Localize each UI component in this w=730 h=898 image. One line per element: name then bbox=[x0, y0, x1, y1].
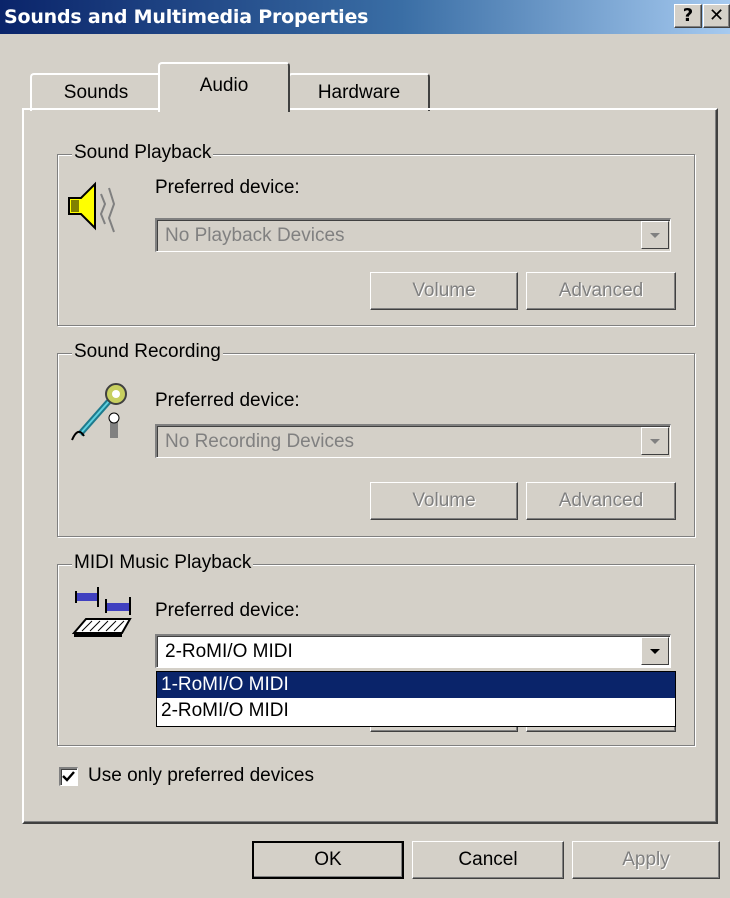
playback-advanced-button[interactable]: Advanced bbox=[526, 272, 676, 310]
close-icon: ✕ bbox=[708, 5, 725, 26]
chevron-down-icon[interactable] bbox=[641, 637, 669, 665]
recording-advanced-label: Advanced bbox=[558, 490, 644, 511]
help-button[interactable]: ? bbox=[674, 4, 702, 28]
title-bar[interactable]: Sounds and Multimedia Properties ? ✕ bbox=[0, 0, 730, 34]
playback-advanced-label: Advanced bbox=[558, 280, 644, 301]
use-preferred-label[interactable]: Use only preferred devices bbox=[88, 765, 314, 787]
midi-device-dropdown[interactable]: 1-RoMI/O MIDI 2-RoMI/O MIDI bbox=[156, 671, 676, 727]
tab-audio[interactable]: Audio bbox=[158, 62, 290, 112]
midi-keyboard-icon bbox=[72, 587, 132, 637]
sound-playback-title: Sound Playback bbox=[72, 142, 214, 164]
speaker-icon bbox=[68, 181, 116, 233]
midi-device-value: 2-RoMI/O MIDI bbox=[165, 641, 293, 662]
sound-recording-title: Sound Recording bbox=[72, 341, 223, 363]
microphone-icon bbox=[71, 383, 127, 441]
playback-volume-button[interactable]: Volume bbox=[370, 272, 518, 310]
dropdown-option[interactable]: 1-RoMI/O MIDI bbox=[157, 672, 675, 698]
playback-device-value: No Playback Devices bbox=[165, 225, 345, 246]
help-icon: ? bbox=[682, 5, 694, 26]
checkmark-icon bbox=[62, 771, 75, 782]
tab-hardware-label: Hardware bbox=[317, 82, 401, 103]
tab-sounds-label: Sounds bbox=[63, 82, 129, 103]
recording-device-select[interactable]: No Recording Devices bbox=[155, 424, 671, 458]
use-preferred-checkbox[interactable] bbox=[59, 767, 78, 786]
playback-device-select[interactable]: No Playback Devices bbox=[155, 218, 671, 252]
ok-button[interactable]: OK bbox=[252, 841, 404, 879]
chevron-down-icon[interactable] bbox=[641, 221, 669, 249]
dropdown-option[interactable]: 2-RoMI/O MIDI bbox=[157, 698, 675, 724]
chevron-down-icon[interactable] bbox=[641, 427, 669, 455]
recording-advanced-button[interactable]: Advanced bbox=[526, 482, 676, 520]
playback-preferred-label: Preferred device: bbox=[155, 177, 300, 198]
recording-volume-label: Volume bbox=[412, 490, 476, 511]
ok-label: OK bbox=[314, 849, 342, 870]
recording-preferred-label: Preferred device: bbox=[155, 390, 300, 411]
recording-device-value: No Recording Devices bbox=[165, 431, 355, 452]
tab-hardware[interactable]: Hardware bbox=[288, 73, 430, 111]
apply-button[interactable]: Apply bbox=[572, 841, 720, 879]
tab-audio-label: Audio bbox=[199, 75, 249, 96]
midi-playback-title: MIDI Music Playback bbox=[72, 552, 254, 574]
apply-label: Apply bbox=[622, 849, 670, 870]
cancel-label: Cancel bbox=[458, 849, 518, 870]
tab-sounds[interactable]: Sounds bbox=[30, 73, 162, 111]
playback-volume-label: Volume bbox=[412, 280, 476, 301]
window-title: Sounds and Multimedia Properties bbox=[4, 6, 369, 28]
midi-preferred-label: Preferred device: bbox=[155, 600, 300, 621]
cancel-button[interactable]: Cancel bbox=[412, 841, 564, 879]
recording-volume-button[interactable]: Volume bbox=[370, 482, 518, 520]
close-button[interactable]: ✕ bbox=[703, 4, 730, 28]
midi-device-select[interactable]: 2-RoMI/O MIDI bbox=[155, 634, 671, 668]
